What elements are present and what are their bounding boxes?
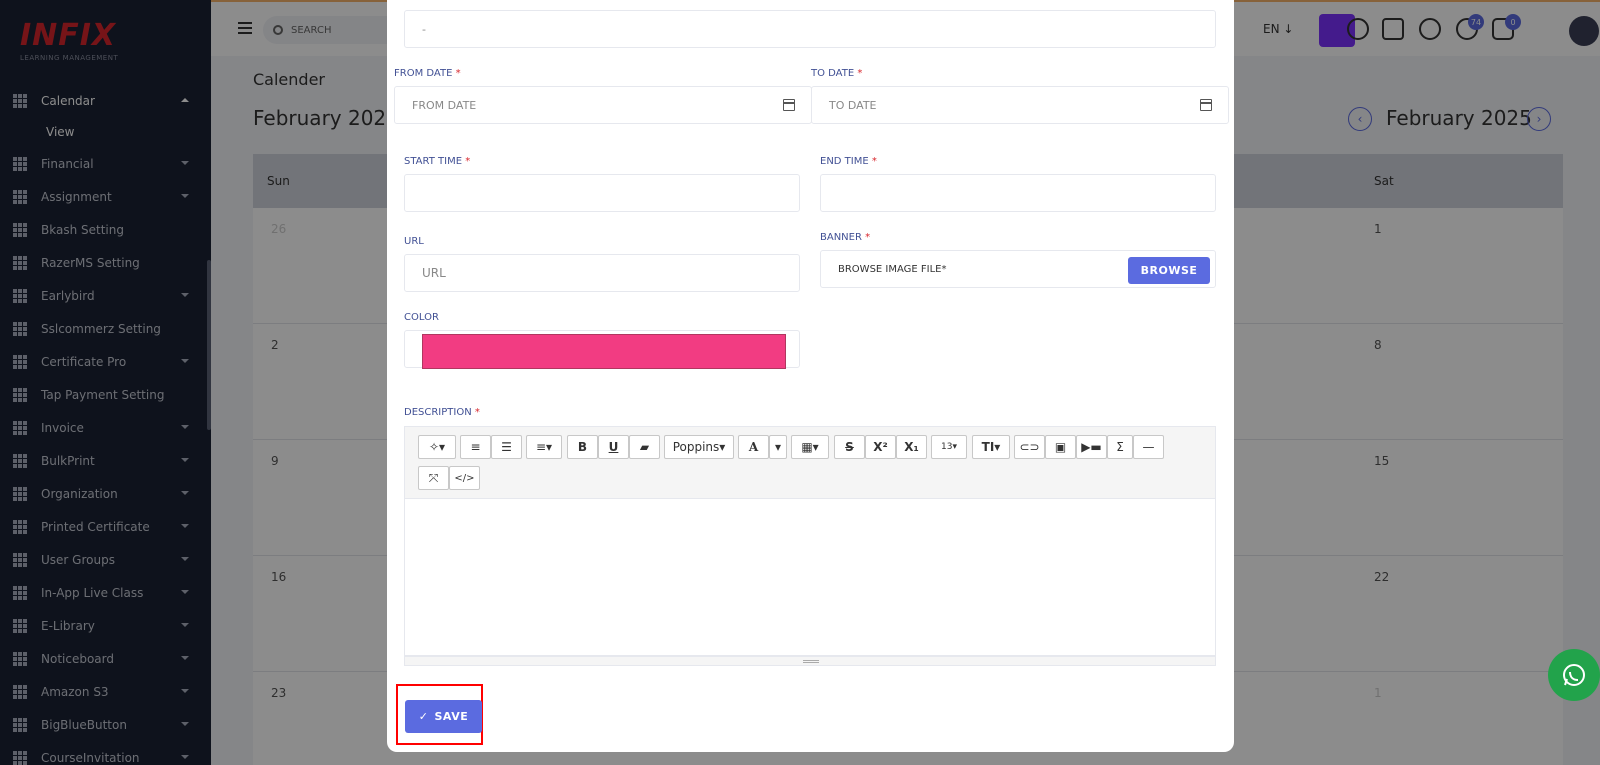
banner-label: BANNER * [820,232,871,243]
color-label: COLOR [404,312,439,323]
font-name: Poppins [672,440,720,454]
browse-button[interactable]: BROWSE [1128,257,1210,284]
fullscreen-icon[interactable]: ⤧ [418,466,449,490]
resize-grip-icon[interactable] [803,660,819,663]
banner-field[interactable]: BROWSE IMAGE FILE* BROWSE [820,250,1216,288]
horizontal-rule-icon[interactable]: — [1133,435,1164,459]
superscript-icon[interactable]: X² [865,435,896,459]
url-label: URL [404,236,424,247]
whatsapp-button[interactable] [1548,649,1600,701]
editor-resize-bar[interactable] [404,656,1216,666]
end-time-field[interactable] [820,174,1216,212]
color-field[interactable] [404,330,800,369]
bullet-list-icon[interactable]: ≡ [460,435,491,459]
numbered-list-icon[interactable]: ☰ [491,435,522,459]
description-label: DESCRIPTION * [404,407,480,418]
subscript-icon[interactable]: X₁ [896,435,927,459]
bold-icon[interactable]: B [567,435,598,459]
description-editor[interactable] [404,498,1216,656]
start-time-field[interactable] [404,174,800,212]
url-placeholder: URL [422,266,446,280]
font-color-dropdown-icon[interactable]: ▾ [769,435,787,459]
eraser-icon[interactable]: ▰ [629,435,660,459]
title-field[interactable]: - [404,10,1216,48]
to-date-placeholder: TO DATE [829,98,877,112]
add-event-modal: - FROM DATE * FROM DATE TO DATE * TO DAT… [387,0,1234,752]
from-date-field[interactable]: FROM DATE [394,86,812,124]
underline-icon[interactable]: U [598,435,629,459]
title-field-value: - [422,22,426,36]
font-family-select[interactable]: Poppins ▾ [664,435,734,459]
calendar-icon[interactable] [783,99,795,111]
font-size-value: 13 [941,442,953,452]
save-label: SAVE [434,710,469,723]
color-swatch[interactable] [422,334,786,369]
align-icon[interactable]: ≡▾ [526,435,562,459]
to-date-label: TO DATE * [811,68,863,79]
end-time-label: END TIME * [820,156,877,167]
to-date-field[interactable]: TO DATE [811,86,1229,124]
math-sigma-icon[interactable]: Σ [1107,435,1133,459]
whatsapp-icon [1563,664,1585,686]
url-field[interactable]: URL [404,254,800,292]
strikethrough-icon[interactable]: S [834,435,865,459]
editor-toolbar: ✧▾ ≡ ☰ ≡▾ B U ▰ Poppins ▾ A ▾ ▦▾ S X² X₁ … [404,426,1216,498]
video-icon[interactable]: ▶▬ [1076,435,1107,459]
from-date-placeholder: FROM DATE [412,98,477,112]
from-date-label: FROM DATE * [394,68,461,79]
font-size-select[interactable]: 13 ▾ [931,435,967,459]
image-icon[interactable]: ▣ [1045,435,1076,459]
text-height-icon[interactable]: TI▾ [972,435,1010,459]
save-button[interactable]: ✓ SAVE [405,700,482,733]
code-view-icon[interactable]: </> [449,466,480,490]
magic-wand-icon[interactable]: ✧▾ [418,435,456,459]
table-icon[interactable]: ▦▾ [791,435,829,459]
font-color-icon[interactable]: A [738,435,769,459]
start-time-label: START TIME * [404,156,471,167]
banner-placeholder: BROWSE IMAGE FILE* [838,263,947,275]
check-icon: ✓ [418,710,429,723]
calendar-icon[interactable] [1200,99,1212,111]
link-icon[interactable]: ⊂⊃ [1014,435,1045,459]
